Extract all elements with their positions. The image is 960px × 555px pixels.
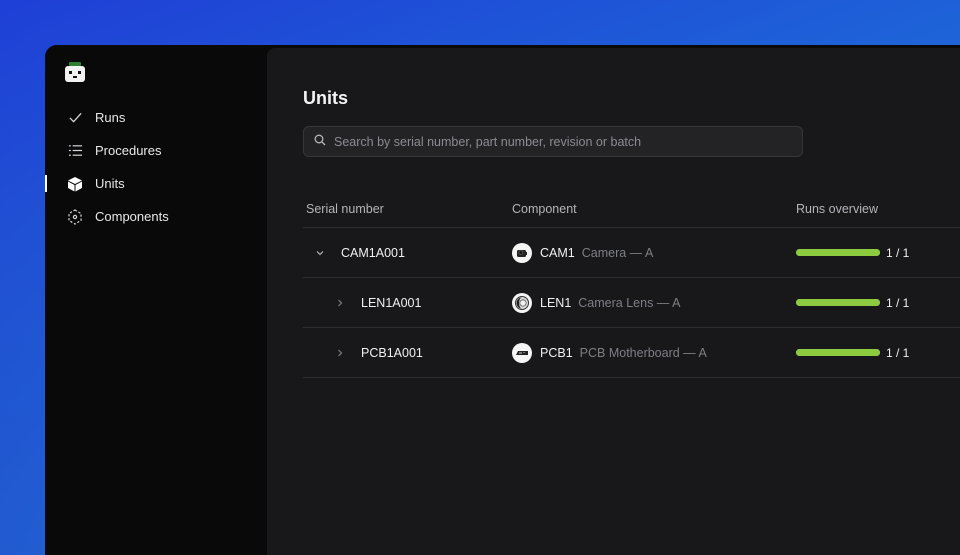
- runs-count: 1 / 1: [886, 345, 910, 360]
- app-window: Runs Procedures Units Components Units S…: [45, 45, 960, 555]
- serial-number: PCB1A001: [361, 345, 423, 360]
- component-description: PCB Motherboard — A: [579, 345, 707, 360]
- sidebar-item-runs[interactable]: Runs: [45, 101, 267, 134]
- camera-icon: [512, 242, 532, 263]
- part-number: CAM1: [540, 245, 575, 260]
- chevron-right-icon[interactable]: [333, 346, 347, 360]
- sidebar-item-components[interactable]: Components: [45, 200, 267, 233]
- check-icon: [67, 110, 83, 126]
- runs-count: 1 / 1: [886, 295, 910, 310]
- runs-progress-bar: [796, 299, 880, 306]
- cube-icon: [67, 176, 83, 192]
- sidebar-item-procedures[interactable]: Procedures: [45, 134, 267, 167]
- column-header-runs[interactable]: Runs overview: [796, 202, 960, 216]
- column-header-component[interactable]: Component: [512, 202, 796, 216]
- page-title: Units: [303, 88, 348, 108]
- runs-progress-bar: [796, 349, 880, 356]
- sidebar-item-label: Components: [95, 209, 169, 224]
- sidebar-item-label: Runs: [95, 110, 126, 125]
- serial-number: CAM1A001: [341, 245, 405, 260]
- component-description: Camera — A: [581, 245, 654, 260]
- part-number: PCB1: [540, 345, 573, 360]
- chevron-right-icon[interactable]: [333, 296, 347, 310]
- search-bar[interactable]: [303, 126, 803, 157]
- serial-number: LEN1A001: [361, 295, 422, 310]
- sidebar-item-label: Units: [95, 176, 125, 191]
- search-icon: [314, 133, 326, 151]
- search-input[interactable]: [334, 134, 794, 149]
- table-header: Serial number Component Runs overview: [303, 191, 960, 228]
- sidebar-item-label: Procedures: [95, 143, 162, 158]
- component-description: Camera Lens — A: [578, 295, 681, 310]
- table-row[interactable]: LEN1A001 LEN1 Camera Lens — A 1 / 1: [303, 278, 960, 328]
- main-content: Units Serial number Component Runs overv…: [267, 48, 960, 555]
- sidebar-item-units[interactable]: Units: [45, 167, 267, 200]
- part-number: LEN1: [540, 295, 572, 310]
- table-row[interactable]: CAM1A001 CAM1 Camera — A 1 / 1: [303, 228, 960, 278]
- runs-count: 1 / 1: [886, 245, 910, 260]
- sidebar: Runs Procedures Units Components: [45, 45, 267, 555]
- sidebar-nav: Runs Procedures Units Components: [45, 101, 267, 233]
- column-header-serial[interactable]: Serial number: [303, 202, 512, 216]
- chevron-down-icon[interactable]: [313, 246, 327, 260]
- circuit-board-icon: [512, 342, 532, 363]
- lens-icon: [512, 292, 532, 313]
- components-icon: [67, 208, 83, 225]
- units-table: Serial number Component Runs overview CA…: [303, 191, 960, 378]
- table-row[interactable]: PCB1A001 PCB1 PCB Motherboard — A 1 / 1: [303, 328, 960, 378]
- app-logo-icon[interactable]: [64, 61, 86, 83]
- runs-progress-bar: [796, 249, 880, 256]
- list-icon: [67, 143, 83, 159]
